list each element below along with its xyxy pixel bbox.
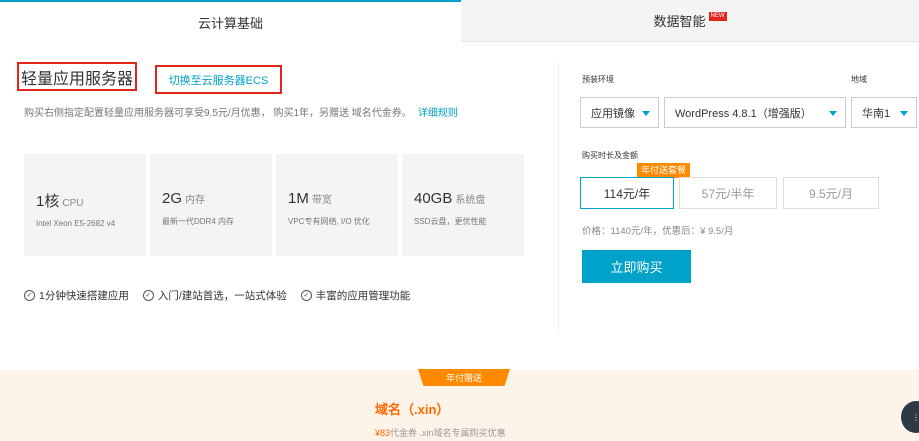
spec-card-memory: 2G 内存 最新一代DDR4 内存 [150,154,272,256]
feature-item: ✓ 入门/建站首选，一站式体验 [142,288,287,303]
spec-unit: CPU [62,198,84,209]
feature-list: ✓ 1分钟快速搭建应用 ✓ 入门/建站首选，一站式体验 ✓ 丰富的应用管理功能 [24,288,410,303]
spec-card-bandwidth: 1M 带宽 VPC专有网络, I/O 优化 [276,154,398,256]
buy-now-button[interactable]: 立即购买 [582,250,691,283]
description-text: 购买右侧指定配置轻量应用服务器可享受9.5元/月优惠， 购买1年，另赠送 域名代… [24,108,412,119]
promo-amount: ¥83 [375,428,391,438]
spec-cards: 1核 CPU Intel Xeon E5-2682 v4 2G 内存 最新一代DDR… [24,154,524,256]
region-select[interactable]: 华南1 [851,97,917,128]
tab-cloud-basics[interactable]: 云计算基础 [0,0,461,42]
image-version-value: WordPress 4.8.1（增强版） [675,107,812,120]
duration-option-halfyear[interactable]: 57元/半年 [679,177,777,209]
feature-item: ✓ 1分钟快速搭建应用 [24,288,129,303]
spec-detail: 最新一代DDR4 内存 [162,217,235,226]
caret-down-icon [900,111,908,116]
spec-unit: 内存 [185,195,206,206]
duration-option-yearly[interactable]: 114元/年 [580,177,674,209]
product-panel: 轻量应用服务器 切换至云服务器ECS 购买右侧指定配置轻量应用服务器可享受9.5… [0,42,560,362]
feature-item: ✓ 丰富的应用管理功能 [300,288,411,303]
feature-label: 丰富的应用管理功能 [315,290,411,302]
caret-down-icon [642,111,650,116]
duration-option-monthly[interactable]: 9.5元/月 [783,177,879,209]
gift-tag: 年付送套餐 [637,163,691,178]
tab-cloud-basics-label: 云计算基础 [197,15,263,31]
new-badge: NEW [708,12,727,21]
feature-label: 1分钟快速搭建应用 [39,290,129,302]
spec-card-disk: 40GB 系统盘 SSD云盘，更优性能 [402,154,524,256]
product-title: 轻量应用服务器 [17,62,137,91]
check-circle-icon: ✓ [300,290,312,301]
check-circle-icon: ✓ [142,290,154,301]
spec-value: 1M [288,190,309,207]
product-tabs: 云计算基础 数据智能 NEW [0,0,919,42]
feature-label: 入门/建站首选，一站式体验 [157,290,287,302]
spec-detail: Intel Xeon E5-2682 v4 [36,219,116,228]
spec-detail: SSD云盘，更优性能 [414,217,487,226]
spec-card-cpu: 1核 CPU Intel Xeon E5-2682 v4 [24,154,146,256]
spec-value: 40GB [414,190,453,207]
tab-data-intelligence[interactable]: 数据智能 NEW [461,0,919,42]
region-label: 地域 [851,75,867,84]
spec-unit: 系统盘 [455,195,486,206]
spec-detail: VPC专有网络, I/O 优化 [288,217,370,226]
switch-to-ecs-link[interactable]: 切换至云服务器ECS [155,65,282,94]
check-circle-icon: ✓ [24,290,35,301]
promo-banner: 年付赠送 域名（.xin） ¥83代金券 .xin域名专属购买优惠 [0,369,919,441]
region-value: 华南1 [862,107,891,120]
tab-data-intelligence-label: 数据智能 [653,14,706,29]
promo-subtitle: ¥83代金券 .xin域名专属购买优惠 [375,426,506,439]
promo-tag: 年付赠送 [418,369,510,386]
price-summary: 价格：1140元/年，优惠后：¥ 9.5/月 [582,226,734,237]
env-label: 预装环境 [582,75,614,84]
spec-value: 2G [162,190,183,207]
promo-title: 域名（.xin） [375,402,450,417]
spec-value: 1核 [36,193,60,210]
image-type-select[interactable]: 应用镜像 [580,97,659,128]
rules-link[interactable]: 详细规则 [418,108,458,119]
caret-down-icon [829,111,837,116]
promo-subtitle-text: 代金券 .xin域名专属购买优惠 [390,428,506,438]
product-description: 购买右侧指定配置轻量应用服务器可享受9.5元/月优惠， 购买1年，另赠送 域名代… [24,104,458,119]
duration-label: 购买时长及金额 [582,151,638,160]
image-version-select[interactable]: WordPress 4.8.1（增强版） [664,97,846,128]
image-type-value: 应用镜像 [591,107,635,120]
panel-divider [558,62,559,332]
spec-unit: 带宽 [311,195,332,206]
